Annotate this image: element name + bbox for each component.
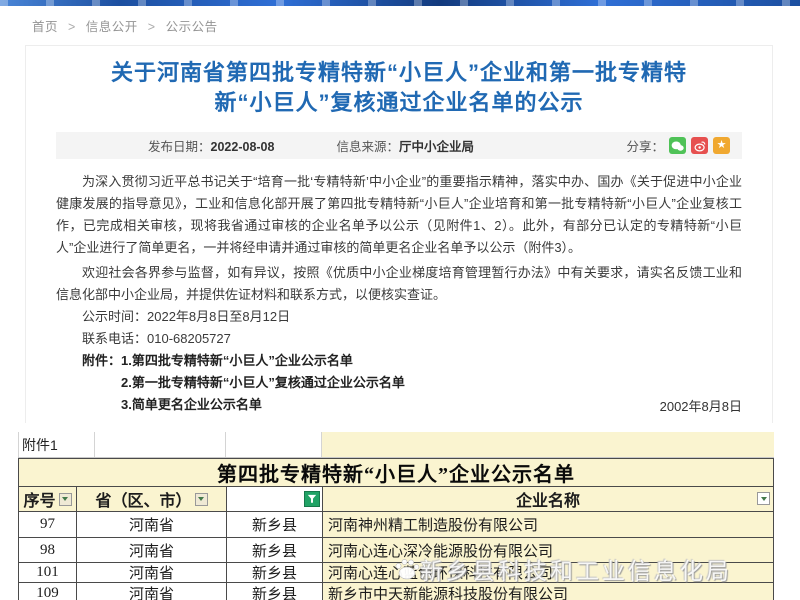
cell-serial: 101 (19, 563, 77, 582)
cell-province: 河南省 (77, 583, 227, 600)
empty-cell (322, 432, 774, 457)
cell-serial: 97 (19, 512, 77, 537)
cell-county: 新乡县 (227, 538, 323, 562)
cell-company: 河南心连心深冷能源股份有限公司 (323, 538, 773, 562)
filter-dropdown-button[interactable] (757, 492, 770, 505)
cell-serial: 98 (19, 538, 77, 562)
contact-phone-line: 联系电话：010-68205727 (56, 328, 742, 350)
header-company: 企业名称 (323, 487, 773, 511)
cell-county: 新乡县 (227, 583, 323, 600)
empty-cell (226, 432, 322, 457)
chevron-down-icon (62, 497, 68, 501)
attachment-line-3: 3.简单更名企业公示名单 (56, 394, 742, 416)
attachment-line-1: 附件：1.第四批专精特新“小巨人”企业公示名单 (56, 350, 742, 372)
breadcrumb-info-link[interactable]: 信息公开 (86, 20, 138, 34)
table-grid: 序号 省（区、市） 企业名称 97 河南省 (18, 486, 774, 600)
cell-company: 河南心连心蓝色环保科技有限公司 (323, 563, 773, 582)
breadcrumb-home-link[interactable]: 首页 (32, 20, 58, 34)
table-row: 98 河南省 新乡县 河南心连心深冷能源股份有限公司 (19, 537, 773, 562)
wechat-share-icon[interactable] (669, 137, 686, 154)
header-province: 省（区、市） (77, 487, 227, 511)
nav-bar-dashes (0, 0, 800, 6)
header-serial: 序号 (19, 487, 77, 511)
cell-serial: 109 (19, 583, 77, 600)
cell-province: 河南省 (77, 512, 227, 537)
cell-county: 新乡县 (227, 563, 323, 582)
attachment-line-2: 2.第一批专精特新“小巨人”复核通过企业公示名单 (56, 372, 742, 394)
publish-date: 发布日期：2022-08-08 (148, 136, 274, 155)
favorite-share-icon[interactable]: ★ (713, 137, 730, 154)
share-bar: 分享： ★ (626, 136, 730, 155)
cell-county: 新乡县 (227, 512, 323, 537)
chevron-down-icon (761, 497, 767, 501)
breadcrumb-separator: > (68, 20, 76, 34)
breadcrumb: 首页 > 信息公开 > 公示公告 (32, 16, 218, 35)
star-icon: ★ (717, 140, 727, 151)
page-title-line1: 关于河南省第四批专精特新“小巨人”企业和第一批专精特 (44, 58, 754, 88)
table-title: 第四批专精特新“小巨人”企业公示名单 (18, 458, 774, 486)
breadcrumb-current: 公示公告 (166, 20, 218, 34)
funnel-icon (307, 494, 317, 504)
wechat-icon (671, 140, 684, 152)
cell-province: 河南省 (77, 538, 227, 562)
article-body: 为深入贯彻习近平总书记关于“培育一批‘专精特新’中小企业”的重要指示精神，落实中… (56, 171, 742, 416)
empty-cell (95, 432, 226, 457)
site-nav-bar-edge (0, 0, 800, 6)
paragraph: 为深入贯彻习近平总书记关于“培育一批‘专精特新’中小企业”的重要指示精神，落实中… (56, 171, 742, 259)
table-row: 101 河南省 新乡县 河南心连心蓝色环保科技有限公司 (19, 562, 773, 582)
page-title: 关于河南省第四批专精特新“小巨人”企业和第一批专精特 新“小巨人”复核通过企业名… (44, 58, 754, 118)
sheet-corner-row: 附件1 (18, 432, 774, 458)
cell-province: 河南省 (77, 563, 227, 582)
table-row: 109 河南省 新乡县 新乡市中天新能源科技股份有限公司 (19, 582, 773, 600)
public-time-line: 公示时间：2022年8月8日至8月12日 (56, 306, 742, 328)
attachment1-label: 附件1 (18, 432, 95, 457)
share-label: 分享： (626, 136, 664, 155)
filter-dropdown-button[interactable] (195, 493, 208, 506)
cell-company: 新乡市中天新能源科技股份有限公司 (323, 583, 773, 600)
weibo-share-icon[interactable] (691, 137, 708, 154)
article-container: 关于河南省第四批专精特新“小巨人”企业和第一批专精特 新“小巨人”复核通过企业名… (25, 45, 773, 423)
cell-company: 河南神州精工制造股份有限公司 (323, 512, 773, 537)
page-title-line2: 新“小巨人”复核通过企业名单的公示 (44, 88, 754, 118)
breadcrumb-separator: > (148, 20, 156, 34)
attachment-spreadsheet: 附件1 第四批专精特新“小巨人”企业公示名单 序号 省（区、市） (18, 432, 774, 600)
filter-dropdown-button[interactable] (59, 493, 72, 506)
paragraph: 欢迎社会各界参与监督，如有异议，按照《优质中小企业梯度培育管理暂行办法》中有关要… (56, 262, 742, 306)
sign-date: 2002年8月8日 (660, 396, 742, 415)
weibo-icon (694, 140, 706, 152)
table-row: 97 河南省 新乡县 河南神州精工制造股份有限公司 (19, 511, 773, 537)
header-county (227, 487, 323, 511)
meta-bar: 发布日期：2022-08-08 信息来源：厅中小企业局 分享： ★ (56, 132, 742, 159)
info-source: 信息来源：厅中小企业局 (336, 136, 474, 155)
table-header-row: 序号 省（区、市） 企业名称 (19, 487, 773, 511)
active-filter-button[interactable] (304, 491, 320, 507)
chevron-down-icon (198, 497, 204, 501)
